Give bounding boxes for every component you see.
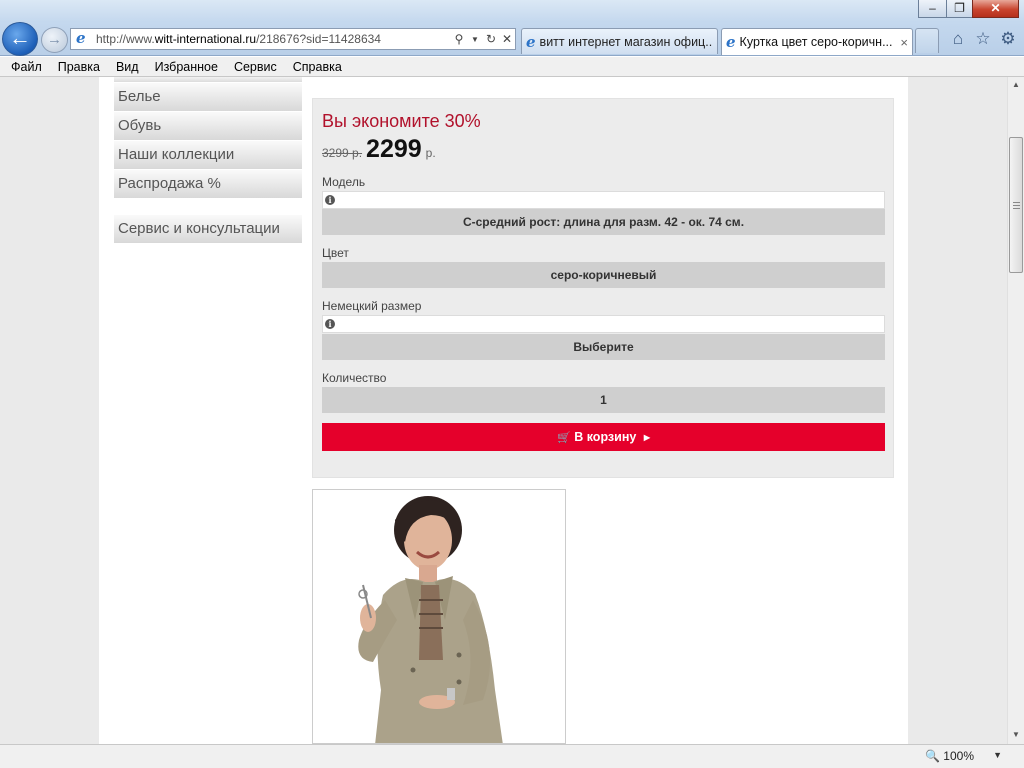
model-label: Модель bbox=[322, 175, 366, 189]
tab-witt-shop[interactable]: e витт интернет магазин офиц... bbox=[521, 28, 718, 54]
price-block: 3299 р. 2299 р. bbox=[322, 135, 436, 164]
tab-label: Куртка цвет серо-коричн... bbox=[739, 35, 893, 49]
current-price: 2299 bbox=[366, 135, 422, 163]
add-to-cart-label: В корзину bbox=[574, 430, 637, 444]
menu-tools[interactable]: Сервис bbox=[226, 60, 285, 74]
color-label: Цвет bbox=[322, 246, 349, 260]
close-window-button[interactable]: ✕ bbox=[972, 0, 1019, 18]
woman-jacket-illustration bbox=[313, 490, 565, 743]
quantity-select[interactable]: 1 bbox=[322, 387, 885, 413]
quantity-label: Количество bbox=[322, 371, 387, 385]
zoom-control[interactable]: 🔍 100% bbox=[925, 749, 974, 763]
page-viewport: Белье Обувь Наши коллекции Распродажа % … bbox=[0, 77, 1007, 744]
size-select[interactable]: Выберите bbox=[322, 334, 885, 360]
home-icon[interactable]: ⌂ bbox=[947, 28, 969, 50]
menu-file[interactable]: Файл bbox=[3, 60, 50, 74]
grip-line bbox=[1013, 208, 1020, 209]
scroll-down-icon[interactable]: ▼ bbox=[1008, 727, 1024, 743]
chevron-down-icon[interactable]: ▼ bbox=[467, 35, 483, 44]
tab-label: витт интернет магазин офиц... bbox=[539, 34, 713, 49]
refresh-icon[interactable]: ↻ bbox=[483, 32, 499, 46]
tab-jacket[interactable]: e Куртка цвет серо-коричн... × bbox=[721, 28, 913, 55]
old-price: 3299 р. bbox=[322, 146, 363, 160]
product-photo[interactable] bbox=[312, 489, 566, 744]
info-icon[interactable]: i bbox=[325, 195, 335, 205]
savings-text: Вы экономите 30% bbox=[322, 111, 481, 131]
restore-button[interactable]: ❐ bbox=[946, 0, 973, 18]
ie-page-icon: e bbox=[526, 32, 536, 51]
gear-icon[interactable]: ⚙ bbox=[997, 28, 1019, 50]
sidebar-item-sale[interactable]: Распродажа % bbox=[114, 170, 302, 198]
product-order-panel: Вы экономите 30% 3299 р. 2299 р. Модель … bbox=[312, 98, 894, 478]
model-info-row: i bbox=[322, 191, 885, 209]
arrow-right-icon: ▶ bbox=[643, 433, 650, 442]
search-icon[interactable]: ⚲ bbox=[451, 32, 467, 46]
sidebar-item-collections[interactable]: Наши коллекции bbox=[114, 141, 302, 169]
address-url[interactable]: http://www.witt-international.ru/218676?… bbox=[96, 32, 451, 46]
ie-page-icon: e bbox=[76, 29, 86, 47]
minimize-button[interactable]: – bbox=[918, 0, 947, 18]
menu-help[interactable]: Справка bbox=[285, 60, 350, 74]
menu-favorites[interactable]: Избранное bbox=[147, 60, 226, 74]
stop-icon[interactable]: ✕ bbox=[499, 32, 515, 46]
menu-view[interactable]: Вид bbox=[108, 60, 147, 74]
category-sidebar: Белье Обувь Наши коллекции Распродажа % … bbox=[114, 77, 302, 244]
currency-label: р. bbox=[425, 146, 436, 160]
address-bar[interactable]: e http://www.witt-international.ru/21867… bbox=[70, 28, 516, 50]
model-select[interactable]: С-средний рост: длина для разм. 42 - ок.… bbox=[322, 209, 885, 235]
magnifier-icon: 🔍 bbox=[925, 749, 941, 763]
page-content: Белье Обувь Наши коллекции Распродажа % … bbox=[99, 77, 908, 744]
color-select[interactable]: серо-коричневый bbox=[322, 262, 885, 288]
ie-page-icon: e bbox=[726, 33, 736, 51]
add-to-cart-button[interactable]: 🛒 В корзину ▶ bbox=[322, 423, 885, 451]
cart-icon: 🛒 bbox=[557, 432, 571, 444]
menu-bar: Файл Правка Вид Избранное Сервис Справка bbox=[0, 57, 1024, 77]
zoom-level: 100% bbox=[943, 749, 974, 763]
grip-line bbox=[1013, 202, 1020, 203]
status-bar: 🔍 100% ▼ bbox=[0, 744, 1024, 768]
vertical-scrollbar[interactable]: ▲ ▼ bbox=[1007, 77, 1024, 744]
back-arrow-icon[interactable]: ← bbox=[2, 22, 38, 56]
sidebar-item-service[interactable]: Сервис и консультации bbox=[114, 215, 302, 243]
size-label: Немецкий размер bbox=[322, 299, 422, 313]
forward-arrow-icon[interactable]: → bbox=[41, 27, 68, 53]
star-icon[interactable]: ☆ bbox=[972, 28, 994, 50]
size-info-row: i bbox=[322, 315, 885, 333]
close-tab-icon[interactable]: × bbox=[900, 35, 908, 50]
scrollbar-thumb[interactable] bbox=[1009, 137, 1023, 273]
sidebar-item-lingerie[interactable]: Белье bbox=[114, 83, 302, 111]
new-tab-button[interactable] bbox=[915, 28, 939, 53]
sidebar-item-shoes[interactable]: Обувь bbox=[114, 112, 302, 140]
info-icon[interactable]: i bbox=[325, 319, 335, 329]
chevron-down-icon[interactable]: ▼ bbox=[993, 750, 1002, 760]
grip-line bbox=[1013, 205, 1020, 206]
scroll-up-icon[interactable]: ▲ bbox=[1008, 77, 1024, 93]
browser-titlebar: – ❐ ✕ ← → e http://www.witt-internationa… bbox=[0, 0, 1024, 56]
menu-edit[interactable]: Правка bbox=[50, 60, 108, 74]
